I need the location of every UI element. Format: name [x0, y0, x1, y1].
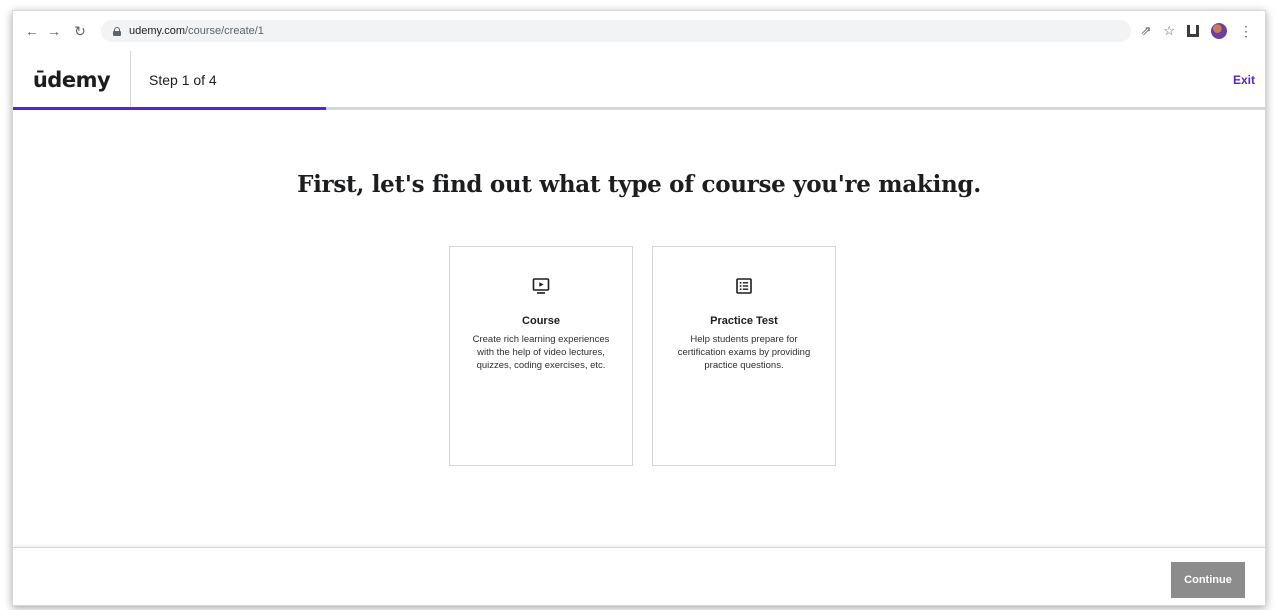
- page-title: First, let's find out what type of cours…: [297, 171, 981, 198]
- forward-arrow-icon[interactable]: →: [43, 20, 65, 42]
- option-card-practice-test[interactable]: Practice Test Help students prepare for …: [652, 246, 836, 466]
- step-indicator: Step 1 of 4: [149, 71, 217, 88]
- url-host: udemy.com: [129, 25, 186, 37]
- lock-icon: [113, 26, 121, 36]
- url-path: /course/create/1: [185, 25, 264, 37]
- exit-link[interactable]: Exit: [1233, 73, 1255, 87]
- progress-bar: [13, 107, 1265, 110]
- more-menu-icon[interactable]: ⋮: [1239, 24, 1253, 38]
- udemy-logo[interactable]: ūdemy: [33, 68, 111, 92]
- address-bar[interactable]: udemy.com/course/create/1: [101, 20, 1131, 42]
- app-header: ūdemy Step 1 of 4 Exit: [13, 51, 1265, 110]
- browser-toolbar: ← → ↻ udemy.com/course/create/1 ⇗ ☆ ⋮: [13, 11, 1265, 51]
- course-type-options: Course Create rich learning experiences …: [449, 246, 836, 466]
- star-icon[interactable]: ☆: [1163, 23, 1175, 39]
- option-title: Practice Test: [710, 315, 778, 327]
- option-description: Help students prepare for certification …: [677, 334, 811, 371]
- option-card-course[interactable]: Course Create rich learning experiences …: [449, 246, 633, 466]
- progress-bar-fill: [13, 107, 326, 110]
- logo-container[interactable]: ūdemy: [13, 51, 131, 108]
- option-description: Create rich learning experiences with th…: [472, 334, 610, 371]
- video-play-icon: [532, 278, 550, 294]
- browser-window: ← → ↻ udemy.com/course/create/1 ⇗ ☆ ⋮ ūd…: [12, 10, 1266, 606]
- back-arrow-icon[interactable]: ←: [21, 20, 43, 42]
- footer-bar: Continue: [13, 547, 1265, 605]
- reload-icon[interactable]: ↻: [69, 20, 91, 42]
- profile-avatar[interactable]: [1211, 23, 1227, 39]
- continue-button[interactable]: Continue: [1171, 562, 1245, 598]
- share-icon[interactable]: ⇗: [1140, 23, 1151, 39]
- list-document-icon: [736, 278, 752, 294]
- option-title: Course: [522, 315, 560, 327]
- extension-icon[interactable]: [1187, 25, 1199, 37]
- browser-actions: ⇗ ☆ ⋮: [1140, 23, 1253, 39]
